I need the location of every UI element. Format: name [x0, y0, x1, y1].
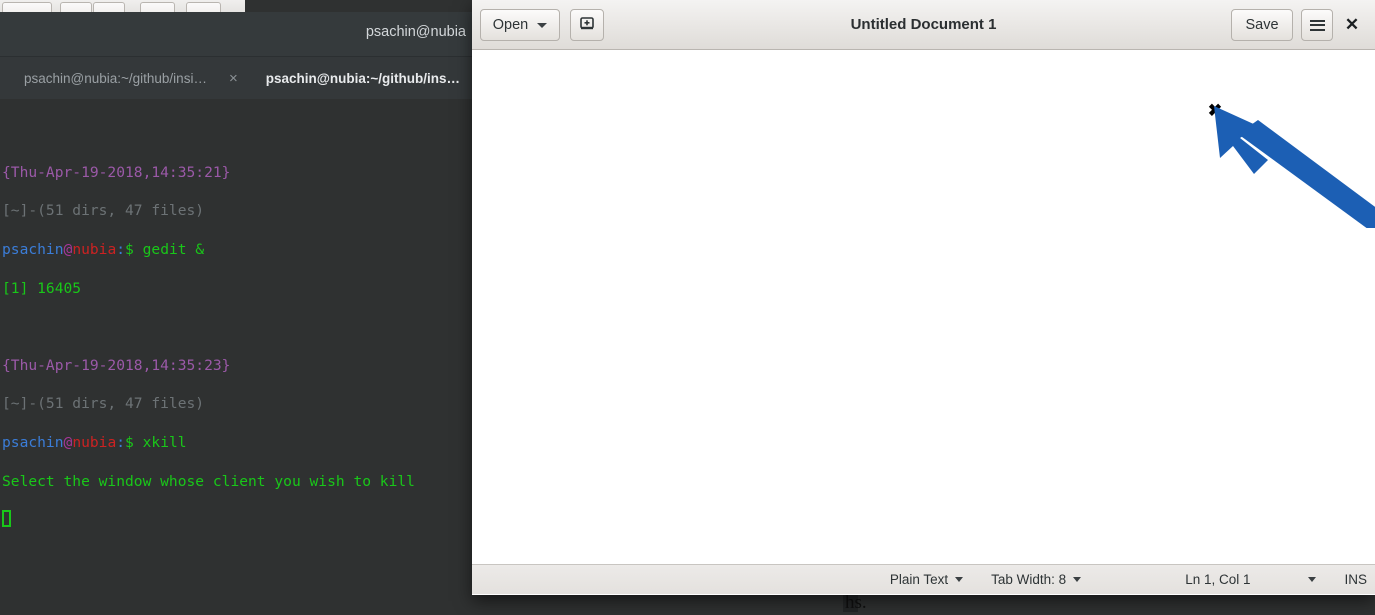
- cursor-position: Ln 1, Col 1: [1185, 572, 1250, 587]
- terminal-cursor-line: [2, 510, 480, 529]
- gedit-headerbar[interactable]: Open Untitled Document 1 Save: [472, 0, 1375, 50]
- hamburger-menu-icon: [1310, 20, 1325, 31]
- terminal-tab-1[interactable]: psachin@nubia:~/github/insi… ×: [0, 57, 252, 99]
- terminal-line-dirs-2: [~]-(51 dirs, 47 files): [2, 394, 480, 413]
- terminal-title: psachin@nubia: [366, 24, 466, 40]
- gedit-statusbar[interactable]: Plain Text Tab Width: 8 Ln 1, Col 1 INS: [472, 565, 1375, 594]
- terminal-window[interactable]: psachin@nubia psachin@nubia:~/github/ins…: [0, 12, 480, 615]
- cursor-position-label: Ln 1, Col 1: [1185, 572, 1250, 587]
- terminal-tab-2[interactable]: psachin@nubia:~/github/ins…: [252, 57, 474, 99]
- terminal-line-timestamp-1: {Thu-Apr-19-2018,14:35:21}: [2, 163, 480, 182]
- terminal-line-prompt-2: psachin@nubia:$ xkill: [2, 433, 480, 452]
- terminal-line-xkill-message: Select the window whose client you wish …: [2, 472, 480, 491]
- chevron-down-icon: [1308, 577, 1316, 582]
- terminal-titlebar[interactable]: psachin@nubia: [0, 12, 480, 57]
- close-icon[interactable]: ×: [229, 70, 238, 87]
- terminal-line-prompt-1: psachin@nubia:$ gedit &: [2, 240, 480, 259]
- gedit-window[interactable]: Open Untitled Document 1 Save: [472, 0, 1375, 595]
- insert-mode-indicator[interactable]: INS: [1344, 572, 1367, 587]
- terminal-cursor: [2, 510, 11, 527]
- close-window-icon[interactable]: ✕: [1342, 15, 1362, 35]
- save-button-label: Save: [1245, 17, 1278, 33]
- terminal-tabbar[interactable]: psachin@nubia:~/github/insi… × psachin@n…: [0, 57, 480, 99]
- terminal-output[interactable]: {Thu-Apr-19-2018,14:35:21} [~]-(51 dirs,…: [0, 99, 480, 568]
- tab-width-selector[interactable]: Tab Width: 8: [991, 572, 1081, 587]
- terminal-line-timestamp-2: {Thu-Apr-19-2018,14:35:23}: [2, 356, 480, 375]
- terminal-line-dirs-1: [~]-(51 dirs, 47 files): [2, 201, 480, 220]
- terminal-line-blank-2: [2, 317, 480, 336]
- under-window-text: hs.: [845, 592, 867, 614]
- annotation-arrow-icon: [1212, 98, 1375, 228]
- chevron-down-icon: [955, 577, 963, 582]
- terminal-tab-1-label: psachin@nubia:~/github/insi…: [24, 71, 207, 86]
- terminal-line-job-1: [1] 16405: [2, 279, 480, 298]
- language-selector[interactable]: Plain Text: [890, 572, 963, 587]
- language-label: Plain Text: [890, 572, 948, 587]
- save-button[interactable]: Save: [1231, 9, 1293, 41]
- insert-mode-label: INS: [1344, 572, 1367, 587]
- hamburger-menu-button[interactable]: [1301, 9, 1333, 41]
- position-dropdown[interactable]: [1308, 577, 1316, 582]
- tab-width-label: Tab Width: 8: [991, 572, 1066, 587]
- terminal-line-blank: [2, 124, 480, 143]
- chevron-down-icon: [1073, 577, 1081, 582]
- gedit-text-area[interactable]: ✖: [472, 50, 1375, 565]
- terminal-tab-2-label: psachin@nubia:~/github/ins…: [266, 71, 460, 86]
- screen: psachin@nubia psachin@nubia:~/github/ins…: [0, 0, 1375, 615]
- xkill-cursor-icon: ✖: [1206, 102, 1224, 120]
